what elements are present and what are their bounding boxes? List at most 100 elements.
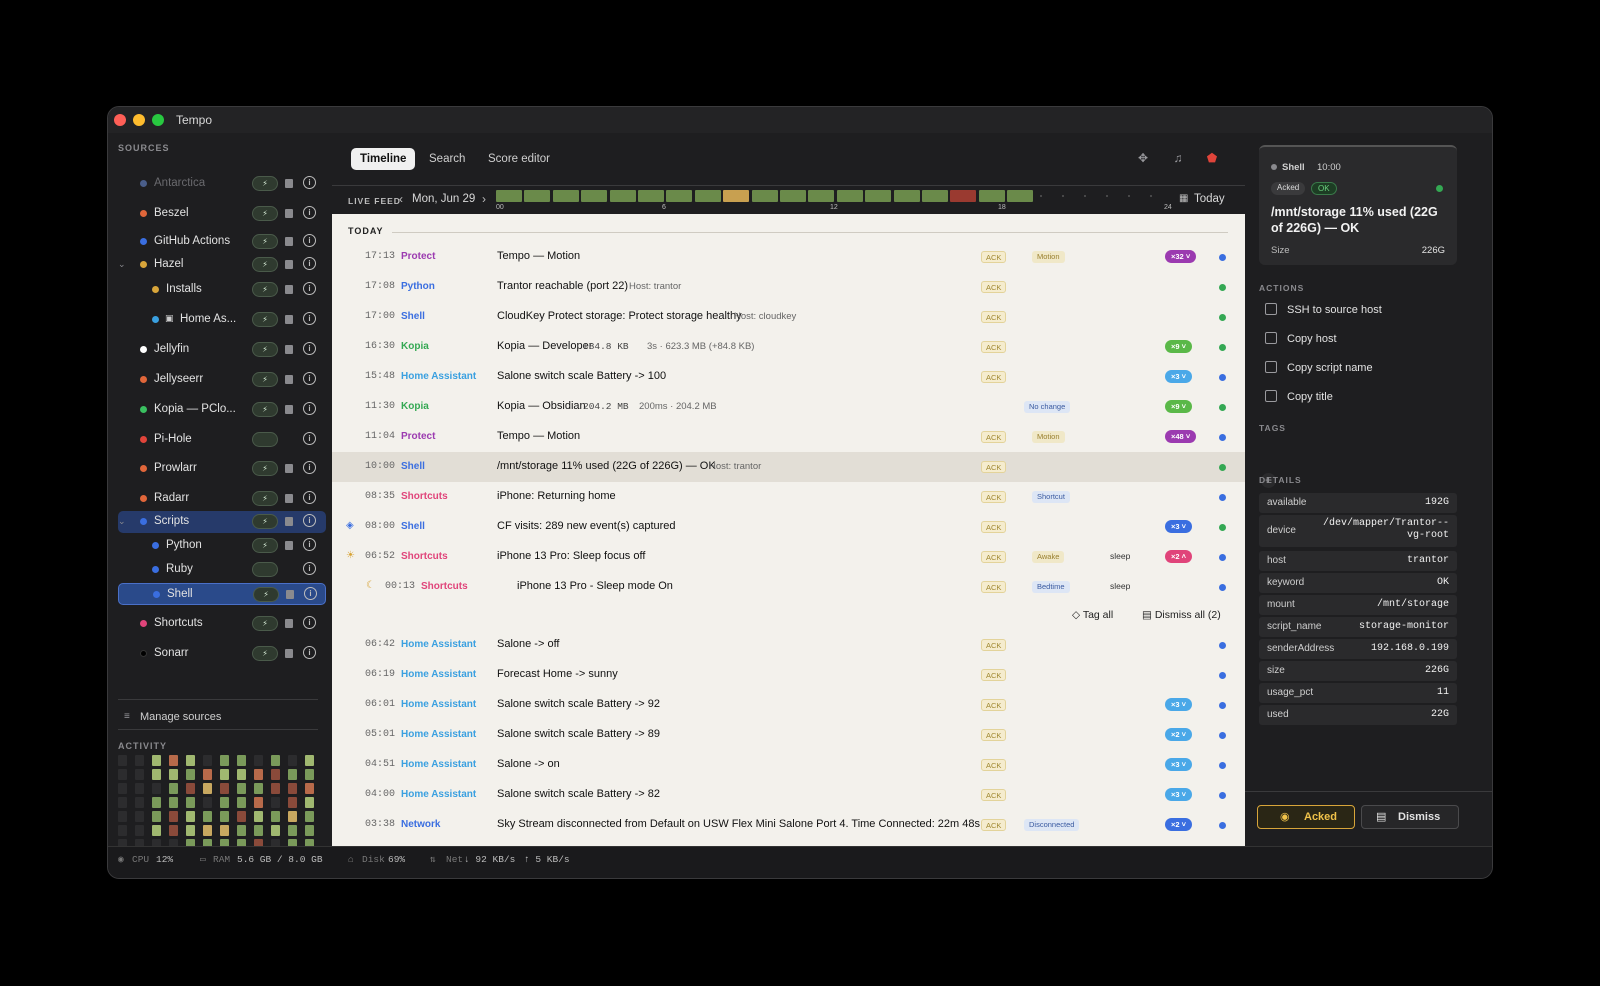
sidebar-item-python[interactable]: Python ⚡ i: [118, 535, 326, 557]
table-row[interactable]: 06:19 Home Assistant Forecast Home -> sunn…: [332, 660, 1245, 690]
pause-icon[interactable]: [285, 494, 293, 503]
move-icon[interactable]: ✥: [1136, 151, 1150, 165]
ack-badge[interactable]: ACK: [981, 759, 1007, 771]
heatbar-segment[interactable]: [694, 190, 721, 202]
source-toggle[interactable]: ⚡: [252, 616, 278, 631]
table-row[interactable]: 15:48 Home Assistant Salone switch scale B…: [332, 362, 1245, 392]
row-source[interactable]: Shell: [401, 521, 425, 532]
table-row[interactable]: 06:42 Home Assistant Salone -> off ACK: [332, 630, 1245, 660]
source-toggle[interactable]: ⚡: [252, 257, 278, 272]
tag-badge[interactable]: Disconnected: [1024, 819, 1080, 831]
table-row[interactable]: 04:00 Home Assistant Salone switch scale B…: [332, 780, 1245, 810]
source-toggle[interactable]: [252, 562, 278, 577]
count-badge[interactable]: ×2 ˅: [1165, 728, 1193, 741]
table-row[interactable]: 17:08 Python Trantor reachable (port 22) Ho…: [332, 272, 1245, 302]
source-toggle[interactable]: ⚡: [252, 234, 278, 249]
table-row[interactable]: 04:51 Home Assistant Salone -> on ACK ×3 ˅: [332, 750, 1245, 780]
tag-badge[interactable]: Shortcut: [1032, 491, 1070, 503]
info-icon[interactable]: i: [303, 402, 316, 415]
tag-badge[interactable]: Motion: [1032, 251, 1065, 263]
ack-badge[interactable]: ACK: [981, 819, 1007, 831]
sidebar-item-shell[interactable]: Shell ⚡ i: [118, 583, 326, 605]
heatbar-segment[interactable]: [723, 190, 750, 202]
copy-script-name-button[interactable]: Copy script name: [1259, 358, 1457, 380]
source-toggle[interactable]: ⚡: [252, 176, 278, 191]
heatbar-segment[interactable]: [581, 190, 608, 202]
info-icon[interactable]: i: [303, 514, 316, 527]
sidebar-item-pi-hole[interactable]: Pi-Hole i: [118, 429, 326, 451]
row-source[interactable]: Shell: [401, 311, 425, 322]
tab-score-editor[interactable]: Score editor: [479, 148, 559, 170]
row-source[interactable]: Home Assistant: [401, 789, 476, 800]
sidebar-item-antarctica[interactable]: Antarctica ⚡ i: [118, 173, 326, 195]
sidebar-item-scripts[interactable]: ⌄ Scripts ⚡ i: [118, 511, 326, 533]
count-badge[interactable]: ×2 ˅: [1165, 818, 1193, 831]
source-toggle[interactable]: ⚡: [252, 538, 278, 553]
tag-badge[interactable]: Awake: [1032, 551, 1065, 563]
tag-all-button[interactable]: ◇ Tag all: [1072, 609, 1113, 621]
info-icon[interactable]: i: [303, 206, 316, 219]
table-row[interactable]: ☀ 06:52 Shortcuts iPhone 13 Pro: Sleep focu…: [332, 542, 1245, 572]
row-source[interactable]: Home Assistant: [401, 759, 476, 770]
row-source[interactable]: Kopia: [401, 401, 429, 412]
heatbar-segment[interactable]: [751, 190, 778, 202]
count-badge[interactable]: ×3 ˅: [1165, 370, 1193, 383]
count-badge[interactable]: ×48 ˅: [1165, 430, 1197, 443]
info-icon[interactable]: i: [303, 176, 316, 189]
info-icon[interactable]: i: [303, 257, 316, 270]
table-row[interactable]: 17:00 Shell CloudKey Protect storage: Prot…: [332, 302, 1245, 332]
table-row[interactable]: 10:00 Shell/mnt/storage 11% used (22G of …: [332, 452, 1245, 482]
pause-icon[interactable]: [285, 541, 293, 550]
table-row[interactable]: 17:13 Protect Tempo — Motion ACK Motion ×32 ˅: [332, 242, 1245, 272]
heatbar-segment[interactable]: [836, 190, 863, 202]
pause-icon[interactable]: [285, 209, 293, 218]
ack-badge[interactable]: ACK: [981, 461, 1007, 473]
row-source[interactable]: Shortcuts: [421, 581, 468, 592]
info-icon[interactable]: i: [303, 562, 316, 575]
tag-badge[interactable]: Bedtime: [1032, 581, 1070, 593]
tag-badge[interactable]: No change: [1024, 401, 1071, 413]
info-icon[interactable]: i: [303, 312, 316, 325]
table-row[interactable]: 16:30 Kopia Kopia — Developer +84.8 KB 3s · …: [332, 332, 1245, 362]
pause-icon[interactable]: [285, 619, 293, 628]
info-icon[interactable]: i: [303, 616, 316, 629]
heatbar-segment[interactable]: [524, 190, 551, 202]
info-icon[interactable]: i: [303, 491, 316, 504]
ack-badge[interactable]: ACK: [981, 311, 1007, 323]
table-row[interactable]: 08:35 Shortcuts iPhone: Returning home ACK S…: [332, 482, 1245, 512]
ack-badge[interactable]: ACK: [981, 669, 1007, 681]
sidebar-item-kopia-pclo[interactable]: Kopia — PClo... ⚡ i: [118, 399, 326, 421]
pause-icon[interactable]: [285, 237, 293, 246]
zoom-window-button[interactable]: [152, 114, 164, 126]
row-source[interactable]: Shortcuts: [401, 551, 448, 562]
heatbar-segment[interactable]: [666, 190, 693, 202]
ack-badge[interactable]: ACK: [981, 281, 1007, 293]
bell-icon[interactable]: ♫: [1171, 151, 1185, 165]
heatbar-segment[interactable]: [950, 190, 977, 202]
info-icon[interactable]: i: [303, 538, 316, 551]
row-source[interactable]: Home Assistant: [401, 639, 476, 650]
table-row[interactable]: 11:30 Kopia Kopia — Obsidian 204.2 MB 200ms …: [332, 392, 1245, 422]
shield-alert-icon[interactable]: ⬟: [1205, 151, 1219, 165]
count-badge[interactable]: ×3 ˅: [1165, 520, 1193, 533]
table-row[interactable]: ☾ 00:13 Shortcuts iPhone 13 Pro - Sleep mod…: [332, 572, 1245, 602]
heatbar-segment[interactable]: [638, 190, 664, 202]
info-icon[interactable]: i: [303, 372, 316, 385]
heatbar-segment[interactable]: [552, 190, 579, 202]
sidebar-item-hazel[interactable]: ⌄ Hazel ⚡ i: [118, 254, 326, 276]
info-icon[interactable]: i: [303, 646, 316, 659]
row-source[interactable]: Network: [401, 819, 440, 830]
row-source[interactable]: Protect: [401, 251, 435, 262]
pause-icon[interactable]: [285, 345, 293, 354]
ack-badge[interactable]: ACK: [981, 639, 1007, 651]
pause-icon[interactable]: [285, 649, 293, 658]
heatbar-segment[interactable]: [780, 190, 806, 202]
table-row[interactable]: ◈ 08:00 Shell CF visits: 289 new event(s) c…: [332, 512, 1245, 542]
heatbar-segment[interactable]: [1007, 190, 1034, 202]
ack-badge[interactable]: ACK: [981, 431, 1007, 443]
source-toggle[interactable]: ⚡: [252, 646, 278, 661]
sidebar-item-ruby[interactable]: Ruby i: [118, 559, 326, 581]
tab-search[interactable]: Search: [420, 148, 474, 170]
sidebar-item-shortcuts[interactable]: Shortcuts ⚡ i: [118, 613, 326, 635]
heatbar-segment[interactable]: [865, 190, 892, 202]
